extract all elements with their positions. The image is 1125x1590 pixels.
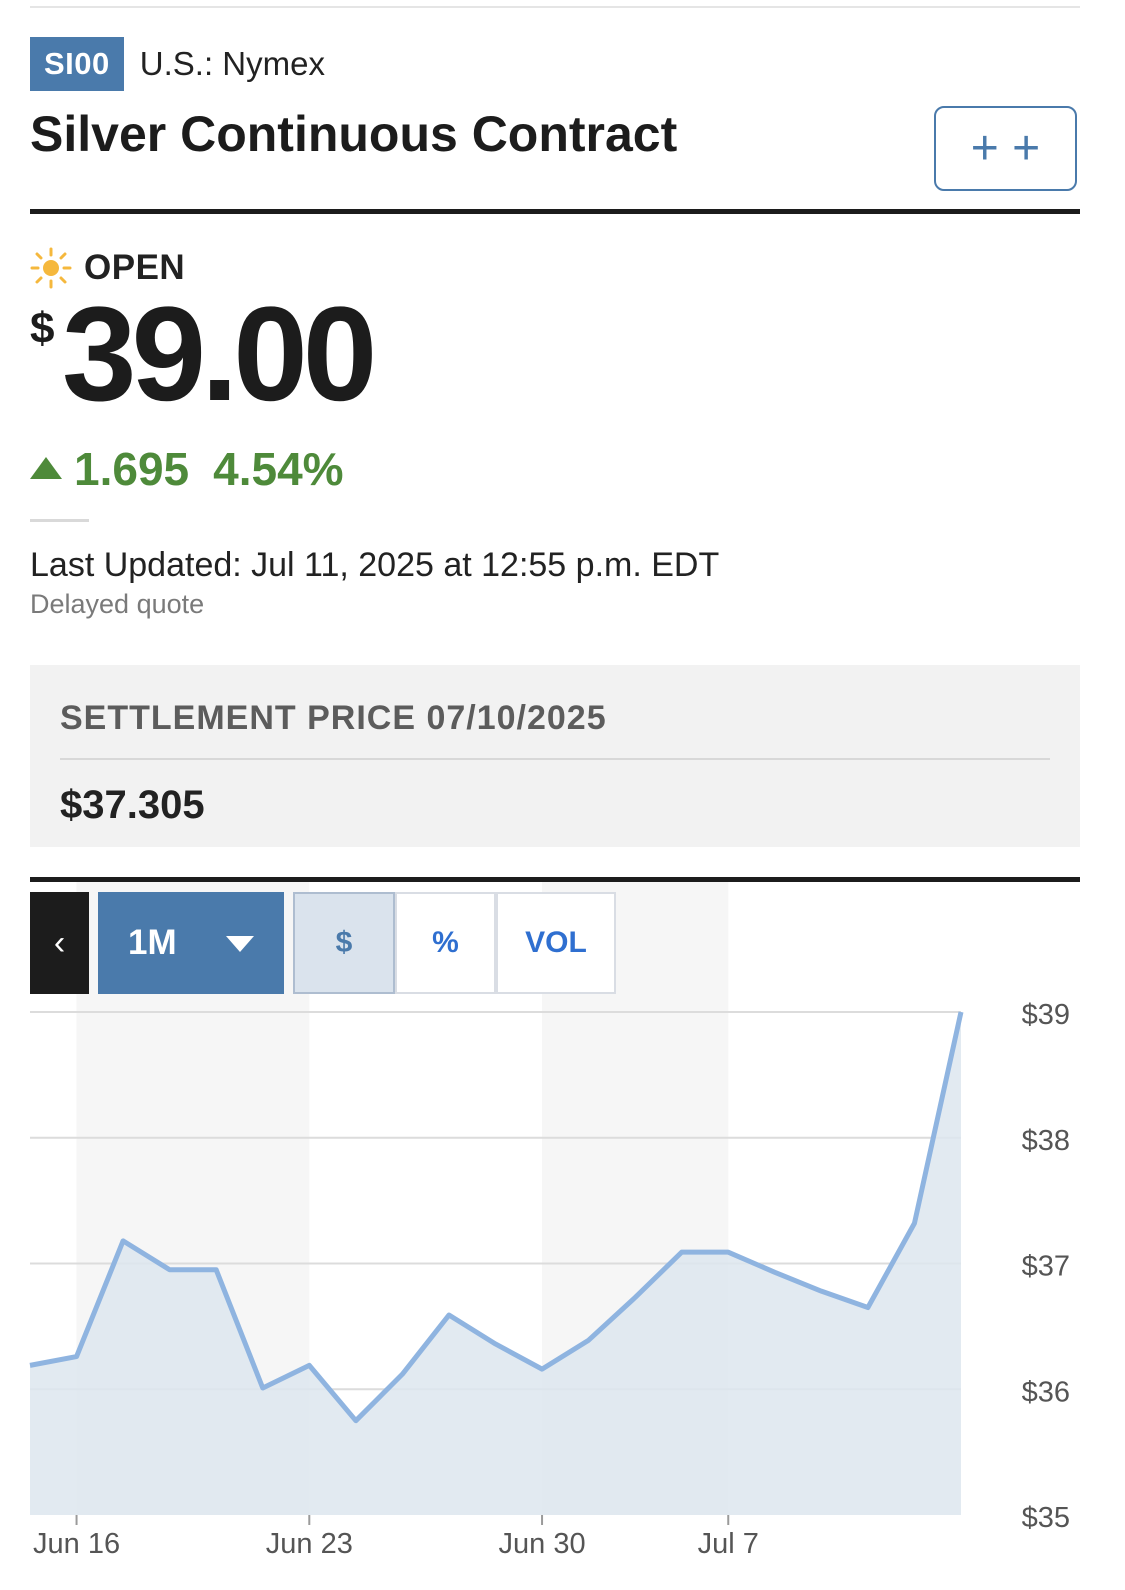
short-divider bbox=[30, 519, 89, 522]
header-divider bbox=[30, 209, 1080, 214]
settlement-label: SETTLEMENT PRICE 07/10/2025 bbox=[60, 699, 607, 737]
up-arrow-icon bbox=[30, 457, 62, 479]
y-tick-label: $39 bbox=[1022, 999, 1070, 1031]
x-tick-label: Jun 16 bbox=[33, 1528, 120, 1560]
y-tick-label: $38 bbox=[1022, 1125, 1070, 1157]
range-label: 1M bbox=[128, 923, 177, 962]
x-tick-label: Jun 23 bbox=[266, 1528, 353, 1560]
ticker-row: SI00 U.S.: Nymex bbox=[30, 37, 325, 91]
y-tick-label: $36 bbox=[1022, 1376, 1070, 1408]
add-to-watchlist-button[interactable]: + + bbox=[934, 106, 1077, 191]
change-value: 1.695 bbox=[74, 443, 190, 495]
x-tick-label: Jun 30 bbox=[499, 1528, 586, 1560]
settlement-divider bbox=[60, 758, 1050, 760]
mode-volume-button[interactable]: VOL bbox=[496, 892, 616, 994]
y-tick-label: $35 bbox=[1022, 1502, 1070, 1534]
range-dropdown[interactable]: 1M bbox=[98, 892, 284, 994]
exchange-label: U.S.: Nymex bbox=[139, 45, 325, 82]
ticker-badge: SI00 bbox=[30, 37, 124, 91]
settlement-box: SETTLEMENT PRICE 07/10/2025 $37.305 bbox=[30, 665, 1080, 847]
mode-percent-button[interactable]: % bbox=[395, 892, 496, 994]
page-title: Silver Continuous Contract bbox=[30, 106, 678, 162]
x-tick-label: Jul 7 bbox=[698, 1528, 759, 1560]
last-price: 39.00 bbox=[62, 280, 377, 429]
delayed-note: Delayed quote bbox=[30, 589, 205, 619]
last-updated: Last Updated: Jul 11, 2025 at 12:55 p.m.… bbox=[30, 546, 720, 584]
chart-back-button[interactable]: ‹ bbox=[30, 892, 89, 994]
mode-dollar-button[interactable]: $ bbox=[293, 892, 395, 994]
change-percent: 4.54% bbox=[213, 443, 344, 495]
y-tick-label: $37 bbox=[1022, 1251, 1070, 1283]
top-divider bbox=[30, 6, 1080, 8]
currency-symbol: $ bbox=[30, 304, 55, 353]
price-change: 1.695 4.54% bbox=[30, 442, 344, 496]
settlement-value: $37.305 bbox=[60, 783, 205, 827]
chevron-down-icon bbox=[226, 936, 254, 952]
